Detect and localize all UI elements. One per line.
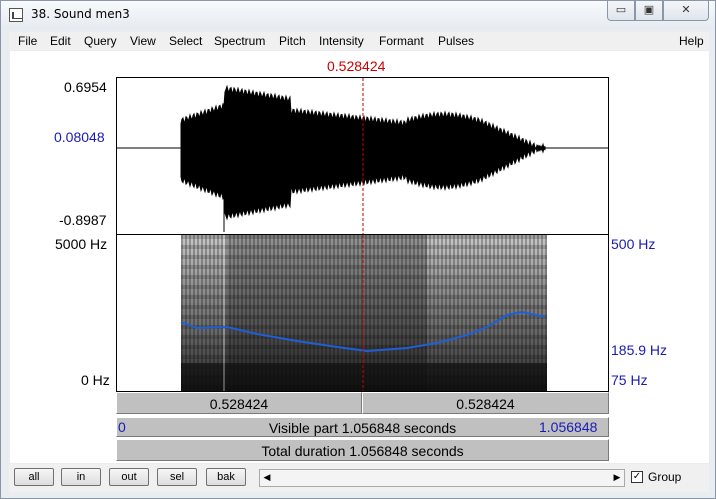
menu-pulses[interactable]: Pulses (438, 34, 474, 48)
title-bar[interactable]: 38. Sound men3 ▭ ▣ ✕ (1, 1, 715, 29)
visible-part-bar[interactable]: Visible part 1.056848 seconds (116, 417, 609, 437)
praat-app-icon (9, 8, 23, 22)
cursor-time-label: 0.528424 (327, 58, 386, 74)
waveform-cursor-value: 0.08048 (54, 129, 105, 145)
close-button[interactable]: ✕ (663, 1, 709, 21)
scroll-left-icon[interactable]: ◀ (260, 470, 274, 486)
visible-part-label: Visible part 1.056848 seconds (268, 420, 457, 436)
visible-start-time: 0 (118, 419, 126, 435)
selection-right-segment[interactable]: 0.528424 (362, 392, 609, 414)
menu-query[interactable]: Query (84, 34, 117, 48)
zoom-selection-button[interactable]: sel (157, 468, 197, 486)
waveform-max-label: 0.6954 (64, 79, 107, 95)
praat-sound-window: 38. Sound men3 ▭ ▣ ✕ File Edit Query Vie… (0, 0, 716, 499)
menu-bar: File Edit Query View Select Spectrum Pit… (9, 32, 709, 50)
waveform-min-label: -0.8987 (59, 212, 107, 228)
horizontal-scrollbar[interactable]: ◀ ▶ (259, 469, 625, 487)
menu-select[interactable]: Select (169, 34, 202, 48)
group-checkbox[interactable]: ✓ (631, 471, 643, 483)
spectrogram-graphic (180, 235, 547, 391)
pitch-min-label: 75 Hz (611, 372, 648, 388)
pitch-cursor-value: 185.9 Hz (611, 342, 668, 358)
menu-help[interactable]: Help (679, 34, 704, 48)
menu-view[interactable]: View (130, 34, 156, 48)
selection-left-segment[interactable]: 0.528424 (116, 392, 362, 414)
menu-file[interactable]: File (18, 34, 37, 48)
maximize-button[interactable]: ▣ (635, 1, 663, 21)
spectrogram-panel[interactable] (116, 234, 609, 392)
spectrogram-min-freq: 0 Hz (81, 372, 110, 388)
menu-spectrum[interactable]: Spectrum (214, 34, 265, 48)
visible-end-time: 1.056848 (539, 419, 598, 435)
menu-edit[interactable]: Edit (50, 34, 71, 48)
minimize-button[interactable]: ▭ (607, 1, 635, 21)
waveform-panel[interactable] (116, 77, 609, 235)
menu-pitch[interactable]: Pitch (279, 34, 306, 48)
group-label: Group (648, 470, 682, 484)
menu-formant[interactable]: Formant (379, 34, 424, 48)
menu-intensity[interactable]: Intensity (319, 34, 364, 48)
bottom-toolbar: all in out sel bak ◀ ▶ ✓ Group (9, 464, 709, 492)
total-duration-bar[interactable]: Total duration 1.056848 seconds (116, 439, 609, 461)
spectrogram-max-freq: 5000 Hz (55, 236, 108, 252)
waveform-graphic (117, 78, 608, 234)
scroll-right-icon[interactable]: ▶ (610, 470, 624, 486)
zoom-in-button[interactable]: in (61, 468, 101, 486)
zoom-out-button[interactable]: out (109, 468, 149, 486)
pitch-max-label: 500 Hz (611, 236, 656, 252)
window-title: 38. Sound men3 (31, 7, 130, 21)
zoom-back-button[interactable]: bak (206, 468, 246, 486)
zoom-all-button[interactable]: all (14, 468, 54, 486)
